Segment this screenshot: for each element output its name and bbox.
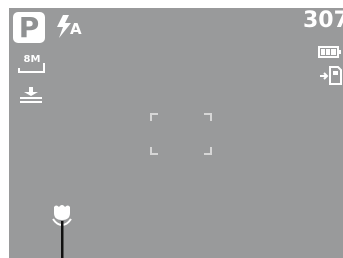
shooting-mode-label: P — [18, 10, 40, 44]
flash-auto-icon: A — [57, 15, 82, 38]
camera-screen: P A 307 8M — [0, 0, 343, 258]
resolution-icon: 8M — [17, 54, 47, 76]
shots-remaining: 307 — [303, 8, 343, 33]
image-quality-icon — [20, 87, 42, 103]
battery-full-icon — [318, 46, 341, 58]
shooting-mode-badge: P — [13, 12, 45, 43]
memory-card-icon — [320, 66, 342, 85]
macro-flower-icon — [52, 205, 72, 258]
flash-mode-label: A — [70, 20, 82, 38]
focus-frame-icon — [150, 113, 212, 155]
